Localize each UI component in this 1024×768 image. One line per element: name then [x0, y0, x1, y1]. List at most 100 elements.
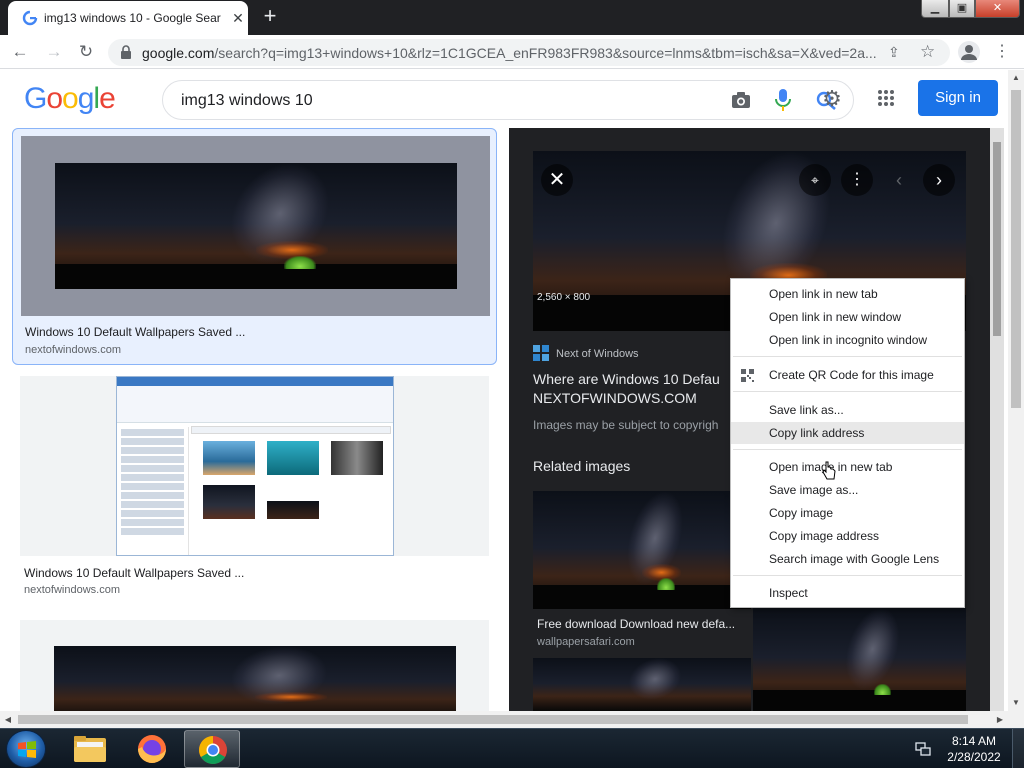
network-tray-icon[interactable]: [915, 741, 931, 757]
scroll-left-arrow-icon[interactable]: ◀: [0, 711, 16, 728]
menu-item-open-link-new-window[interactable]: Open link in new window: [731, 306, 964, 328]
preview-title-link[interactable]: Where are Windows 10 Defau NEXTOFWINDOWS…: [533, 370, 743, 408]
window-close-button[interactable]: ✕: [975, 0, 1020, 18]
related-image-source[interactable]: wallpapersafari.com: [537, 636, 635, 648]
reload-icon[interactable]: ↻: [74, 40, 98, 64]
more-options-icon[interactable]: ⋮: [841, 164, 873, 196]
tab-close-icon[interactable]: ✕: [230, 10, 246, 26]
scrollbar-thumb[interactable]: [993, 142, 1001, 336]
scrollbar-corner: [1008, 711, 1024, 728]
window-minimize-button[interactable]: ▁: [921, 0, 949, 18]
previous-image-chevron-icon[interactable]: ‹: [883, 164, 915, 196]
settings-gear-icon[interactable]: ⚙: [820, 87, 844, 111]
google-logo-letter: o: [46, 82, 63, 115]
sign-in-button[interactable]: Sign in: [918, 80, 998, 116]
night-sky-image: [753, 608, 966, 711]
preview-vertical-scrollbar[interactable]: [990, 128, 1004, 711]
next-of-windows-favicon-icon: [533, 345, 549, 361]
night-sky-image: [533, 491, 751, 609]
menu-item-copy-image-address[interactable]: Copy image address: [731, 525, 964, 547]
windows-taskbar: 8:14 AM 2/28/2022: [0, 728, 1024, 768]
night-sky-image: [55, 163, 457, 289]
next-image-chevron-icon[interactable]: ›: [923, 164, 955, 196]
forward-arrow-icon[interactable]: →: [42, 40, 66, 64]
image-result-title[interactable]: Windows 10 Default Wallpapers Saved ...: [25, 325, 245, 339]
search-query-text[interactable]: img13 windows 10: [181, 92, 313, 110]
browser-tab[interactable]: img13 windows 10 - Google Sear ✕: [8, 1, 248, 35]
menu-separator: [733, 449, 962, 450]
menu-item-save-image-as[interactable]: Save image as...: [731, 479, 964, 501]
bookmark-star-icon[interactable]: ☆: [920, 42, 938, 62]
google-logo[interactable]: Google: [24, 82, 116, 116]
image-result-thumbnail[interactable]: [21, 136, 490, 316]
lock-icon[interactable]: [120, 45, 132, 59]
google-apps-grid-icon[interactable]: [877, 89, 895, 107]
taskbar-file-explorer[interactable]: [62, 730, 118, 768]
preview-title-line[interactable]: NEXTOFWINDOWS.COM: [533, 389, 743, 408]
related-image[interactable]: [533, 658, 751, 711]
menu-item-copy-link-address[interactable]: Copy link address: [731, 422, 964, 444]
menu-item-inspect[interactable]: Inspect: [731, 582, 964, 604]
url-host: google.com: [142, 45, 215, 61]
search-box[interactable]: img13 windows 10: [162, 80, 854, 120]
firefox-icon: [138, 735, 166, 763]
related-image-title[interactable]: Free download Download new defa...: [537, 617, 742, 631]
profile-avatar-icon[interactable]: [958, 41, 980, 63]
clock-time[interactable]: 8:14 AM: [950, 734, 998, 748]
image-result-card[interactable]: Windows 10 Default Wallpapers Saved ... …: [12, 128, 497, 365]
scroll-up-arrow-icon[interactable]: ▲: [1008, 70, 1024, 86]
url-text[interactable]: google.com/search?q=img13+windows+10&rlz…: [142, 45, 882, 61]
file-explorer-screenshot-image: [116, 376, 394, 556]
image-result-title[interactable]: Windows 10 Default Wallpapers Saved ...: [24, 566, 244, 580]
scrollbar-thumb[interactable]: [1011, 90, 1021, 408]
page-horizontal-scrollbar[interactable]: ◀ ▶: [0, 711, 1008, 728]
window-maximize-button[interactable]: ▣: [949, 0, 975, 18]
taskbar-firefox[interactable]: [124, 730, 180, 768]
menu-item-open-link-incognito[interactable]: Open link in incognito window: [731, 329, 964, 351]
menu-item-save-link-as[interactable]: Save link as...: [731, 399, 964, 421]
new-tab-button[interactable]: +: [258, 5, 282, 29]
menu-item-open-image-new-tab[interactable]: Open image in new tab: [731, 456, 964, 478]
scroll-down-arrow-icon[interactable]: ▼: [1008, 695, 1024, 711]
folder-icon: [74, 736, 106, 762]
image-results-grid: Windows 10 Default Wallpapers Saved ... …: [0, 128, 509, 711]
image-result-source[interactable]: nextofwindows.com: [24, 584, 120, 596]
page-vertical-scrollbar[interactable]: ▲ ▼: [1008, 70, 1024, 711]
chrome-menu-icon[interactable]: ⋮: [994, 41, 1010, 63]
address-bar[interactable]: google.com/search?q=img13+windows+10&rlz…: [108, 39, 950, 66]
close-preview-icon[interactable]: ✕: [541, 164, 573, 196]
start-button[interactable]: [6, 730, 46, 768]
camera-search-icon[interactable]: [731, 91, 751, 109]
image-result-thumbnail[interactable]: [20, 620, 489, 711]
menu-separator: [733, 356, 962, 357]
image-result-source[interactable]: nextofwindows.com: [25, 344, 121, 356]
copyright-notice[interactable]: Images may be subject to copyrigh: [533, 418, 729, 432]
menu-item-search-google-lens[interactable]: Search image with Google Lens: [731, 548, 964, 570]
show-desktop-button[interactable]: [1012, 729, 1024, 768]
lens-search-icon[interactable]: ⌖: [799, 164, 831, 196]
image-result-card[interactable]: [12, 620, 497, 711]
google-logo-letter: G: [24, 82, 47, 115]
related-image[interactable]: [533, 491, 751, 609]
preview-site-name[interactable]: Next of Windows: [556, 348, 639, 360]
image-result-thumbnail[interactable]: [20, 376, 489, 556]
image-result-card[interactable]: Windows 10 Default Wallpapers Saved ... …: [12, 376, 497, 606]
taskbar-chrome[interactable]: [184, 730, 240, 768]
preview-title-line[interactable]: Where are Windows 10 Defau: [533, 370, 743, 389]
scrollbar-thumb[interactable]: [18, 715, 968, 724]
browser-toolbar: ← → ↻ google.com/search?q=img13+windows+…: [0, 35, 1024, 69]
clock-date[interactable]: 2/28/2022: [944, 750, 1004, 764]
tab-strip: img13 windows 10 - Google Sear ✕ + ▁ ▣ ✕: [0, 0, 1024, 35]
scroll-right-arrow-icon[interactable]: ▶: [992, 711, 1008, 728]
share-icon[interactable]: ⇪: [888, 44, 906, 62]
related-image[interactable]: [753, 608, 966, 711]
back-arrow-icon[interactable]: ←: [8, 40, 32, 64]
mouse-cursor-hand-icon: [822, 461, 836, 480]
menu-item-create-qr-code[interactable]: Create QR Code for this image: [731, 364, 964, 386]
voice-search-mic-icon[interactable]: [775, 89, 791, 111]
menu-item-copy-image[interactable]: Copy image: [731, 502, 964, 524]
menu-item-open-link-new-tab[interactable]: Open link in new tab: [731, 283, 964, 305]
menu-separator: [733, 575, 962, 576]
url-path: /search?q=img13+windows+10&rlz=1C1GCEA_e…: [214, 45, 877, 61]
tab-title: img13 windows 10 - Google Sear: [44, 11, 221, 25]
